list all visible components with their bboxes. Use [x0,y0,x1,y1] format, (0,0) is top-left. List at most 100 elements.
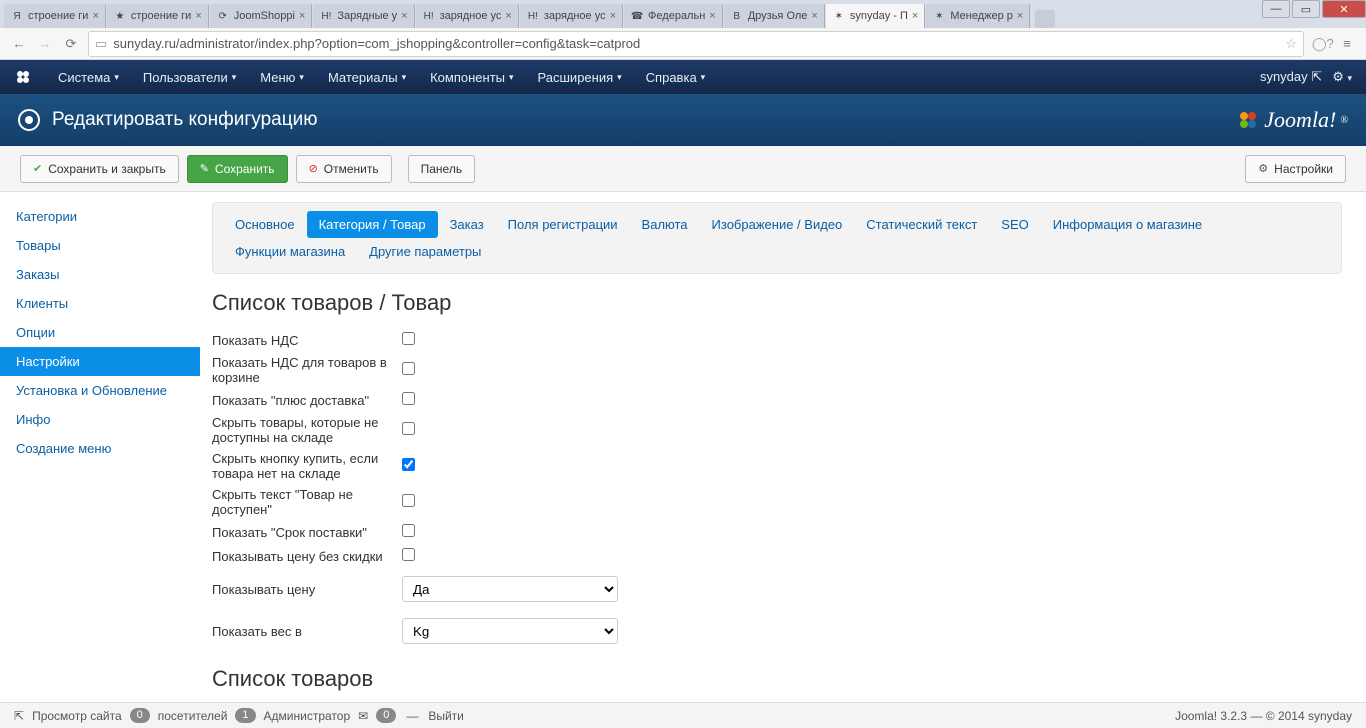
menu-item[interactable]: Пользователи▾ [131,60,248,94]
sidebar: КатегорииТоварыЗаказыКлиентыОпцииНастрой… [0,192,200,702]
preview-site-link[interactable]: Просмотр сайта [32,709,122,723]
save-close-button[interactable]: ✔Сохранить и закрыть [20,155,179,183]
browser-tab[interactable]: ⟳JoomShoppi× [210,4,313,28]
sidebar-item[interactable]: Товары [0,231,200,260]
config-tab[interactable]: Статический текст [854,211,989,238]
menu-item[interactable]: Система▾ [46,60,131,94]
browser-tab[interactable]: H!Зарядные у× [313,4,414,28]
select-input[interactable]: Kg [402,618,618,644]
new-tab-button[interactable] [1035,10,1055,28]
address-bar[interactable]: ▭ sunyday.ru/administrator/index.php?opt… [88,31,1304,57]
sidebar-item[interactable]: Опции [0,318,200,347]
menu-item[interactable]: Справка▾ [634,60,718,94]
nav-back-button[interactable]: ← [10,36,28,51]
checkbox-input[interactable] [402,548,415,561]
config-tab[interactable]: Поля регистрации [496,211,630,238]
tab-close-icon[interactable]: × [92,10,98,22]
favicon-icon: ✶ [932,9,946,23]
caret-down-icon: ▾ [509,72,514,83]
tab-close-icon[interactable]: × [709,10,715,22]
tab-label: зарядное ус [440,10,502,22]
menu-item[interactable]: Компоненты ▾ [418,60,525,94]
config-tab[interactable]: Валюта [630,211,700,238]
field-label: Скрыть текст "Товар не доступен" [212,487,402,517]
checkbox-input[interactable] [402,362,415,375]
config-tab[interactable]: Другие параметры [357,238,493,265]
chrome-menu-button[interactable]: ≡ [1338,36,1356,51]
site-link[interactable]: synyday ⇱ [1260,69,1322,85]
sidebar-item[interactable]: Категории [0,202,200,231]
config-tab[interactable]: Категория / Товар [307,211,438,238]
window-minimize-button[interactable]: — [1262,0,1290,18]
browser-tab[interactable]: ★ строение ги × [107,4,209,28]
config-tab[interactable]: Основное [223,211,307,238]
mail-icon[interactable]: ✉ [358,709,368,723]
menu-item[interactable]: Материалы▾ [316,60,418,94]
sidebar-item[interactable]: Создание меню [0,434,200,463]
sidebar-item[interactable]: Настройки [0,347,200,376]
window-controls: — ▭ ✕ [1260,0,1366,20]
form-row: Показать вес вKg [212,610,1342,652]
caret-down-icon: ▾ [114,72,119,83]
config-tab[interactable]: Заказ [438,211,496,238]
bookmark-icon[interactable]: ☆ [1285,36,1297,52]
sidebar-item[interactable]: Инфо [0,405,200,434]
checkbox-input[interactable] [402,422,415,435]
checkbox-input[interactable] [402,524,415,537]
main-content: ОсновноеКатегория / ТоварЗаказПоля регис… [200,192,1366,702]
favicon-icon: ✶ [832,9,846,23]
config-tab[interactable]: Изображение / Видео [700,211,855,238]
tab-close-icon[interactable]: × [401,10,407,22]
tab-close-icon[interactable]: × [610,10,616,22]
tab-label: Федеральн [648,10,705,22]
settings-gear-icon[interactable]: ⚙ ▾ [1332,69,1352,85]
menu-label: Компоненты [430,70,505,85]
tab-close-icon[interactable]: × [811,10,817,22]
logout-link[interactable]: Выйти [428,709,464,723]
form-row: Показать "Срок поставки" [212,520,1342,544]
browser-tab[interactable]: H!зарядное ус× [520,4,623,28]
browser-tab[interactable]: ☎Федеральн× [624,4,723,28]
save-button[interactable]: ✎Сохранить [187,155,288,183]
nav-forward-button[interactable]: → [36,36,54,51]
checkbox-input[interactable] [402,458,415,471]
section-heading-products: Список товаров / Товар [212,290,1342,316]
tab-close-icon[interactable]: × [912,10,918,22]
sidebar-item[interactable]: Установка и Обновление [0,376,200,405]
tab-label: строение ги [131,10,191,22]
joomla-logo-icon[interactable] [14,68,32,86]
favicon-icon: Я [10,9,24,23]
settings-button[interactable]: ⚙Настройки [1245,155,1346,183]
browser-tab[interactable]: ✶synyday - П× [826,4,925,28]
tab-close-icon[interactable]: × [1017,10,1023,22]
tab-close-icon[interactable]: × [505,10,511,22]
checkbox-input[interactable] [402,494,415,507]
field-label: Показать "Срок поставки" [212,525,402,540]
config-tab[interactable]: Функции магазина [223,238,357,265]
favicon-icon: ★ [113,9,127,23]
help-icon[interactable]: ◯? [1312,36,1330,52]
config-tab[interactable]: Информация о магазине [1041,211,1214,238]
config-tab[interactable]: SEO [989,211,1040,238]
tab-label: строение ги [28,10,88,22]
browser-tab[interactable]: Ястроение ги × [4,4,106,28]
window-maximize-button[interactable]: ▭ [1292,0,1320,18]
checkbox-input[interactable] [402,332,415,345]
select-input[interactable]: Да [402,576,618,602]
form-row: Показывать цену без скидки [212,544,1342,568]
browser-tab[interactable]: ✶Менеджер р× [926,4,1030,28]
menu-item[interactable]: Расширения▾ [526,60,634,94]
nav-reload-button[interactable]: ⟳ [62,36,80,52]
sidebar-item[interactable]: Заказы [0,260,200,289]
sidebar-item[interactable]: Клиенты [0,289,200,318]
tab-close-icon[interactable]: × [195,10,201,22]
checkbox-input[interactable] [402,392,415,405]
browser-tab[interactable]: BДрузья Оле× [724,4,825,28]
menu-item[interactable]: Меню▾ [248,60,316,94]
panel-button[interactable]: Панель [408,155,475,183]
window-close-button[interactable]: ✕ [1322,0,1366,18]
tab-close-icon[interactable]: × [299,10,305,22]
form-row: Показывать ценуДа [212,568,1342,610]
browser-tab[interactable]: H!зарядное ус× [416,4,519,28]
cancel-button[interactable]: ⊘Отменить [296,155,392,183]
